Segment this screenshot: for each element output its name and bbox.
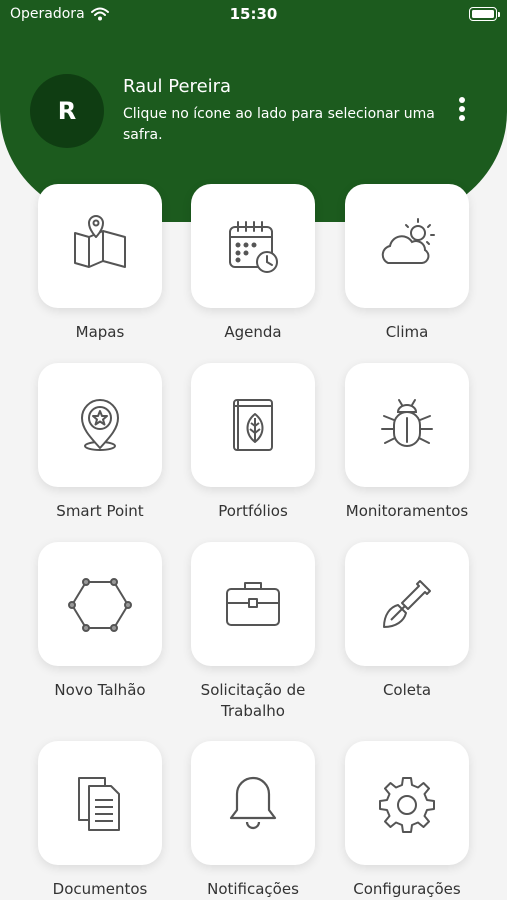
menu-card[interactable]	[191, 542, 315, 666]
menu-tile-configuracoes[interactable]: Configurações	[327, 741, 487, 900]
avatar[interactable]: R	[30, 74, 104, 148]
menu-label: Documentos	[52, 880, 148, 898]
polygon-icon	[68, 578, 132, 632]
menu-label: Novo Talhão	[54, 681, 146, 699]
menu-tile-monitoramentos[interactable]: Monitoramentos	[327, 363, 487, 522]
menu-tile-mapas[interactable]: Mapas	[20, 184, 180, 343]
bug-icon	[381, 399, 433, 447]
menu-card[interactable]	[191, 741, 315, 865]
menu-label: Solicitação de Trabalho	[200, 681, 306, 720]
menu-tile-smart-point[interactable]: Smart Point	[20, 363, 180, 522]
menu-card[interactable]	[38, 363, 162, 487]
bell-icon	[229, 776, 277, 830]
documents-icon	[78, 777, 120, 831]
menu-label: Mapas	[75, 323, 125, 341]
more-options-button[interactable]	[452, 94, 472, 124]
menu-tile-documentos[interactable]: Documentos	[20, 741, 180, 900]
menu-card[interactable]	[345, 184, 469, 308]
menu-tile-novo-talhao[interactable]: Novo Talhão	[20, 542, 180, 701]
briefcase-icon	[226, 582, 280, 626]
status-bar: Operadora 15:30	[0, 0, 507, 28]
dot-icon	[459, 97, 465, 103]
menu-card[interactable]	[345, 363, 469, 487]
gear-icon	[379, 777, 435, 833]
menu-tile-notificacoes[interactable]: Notificações	[173, 741, 333, 900]
menu-card[interactable]	[191, 363, 315, 487]
menu-tile-clima[interactable]: Clima	[327, 184, 487, 343]
dot-icon	[459, 106, 465, 112]
menu-card[interactable]	[191, 184, 315, 308]
menu-tile-agenda[interactable]: Agenda	[173, 184, 333, 343]
menu-tile-coleta[interactable]: Coleta	[327, 542, 487, 701]
menu-tile-solicitacao[interactable]: Solicitação de Trabalho	[173, 542, 333, 722]
menu-label: Notificações	[207, 880, 299, 898]
menu-label: Monitoramentos	[345, 502, 469, 520]
crop-selection-hint: Clique no ícone ao lado para selecionar …	[123, 106, 435, 143]
menu-card[interactable]	[38, 542, 162, 666]
calendar-icon	[229, 221, 278, 273]
menu-card[interactable]	[38, 184, 162, 308]
menu-card[interactable]	[38, 741, 162, 865]
menu-label: Configurações	[353, 880, 461, 898]
menu-label: Coleta	[382, 681, 432, 699]
menu-label: Portfólios	[218, 502, 288, 520]
user-name: Raul Pereira	[123, 76, 232, 97]
dot-icon	[459, 115, 465, 121]
leaf-book-icon	[233, 399, 273, 451]
status-time: 15:30	[229, 5, 278, 23]
menu-label: Smart Point	[56, 502, 144, 520]
battery-icon	[469, 7, 500, 21]
menu-label: Agenda	[224, 323, 282, 341]
menu-card[interactable]	[345, 741, 469, 865]
shovel-icon	[383, 580, 431, 628]
user-header: R Raul Pereira Clique no ícone ao lado p…	[0, 72, 507, 152]
weather-icon	[381, 218, 435, 264]
menu-tile-portfolios[interactable]: Portfólios	[173, 363, 333, 522]
map-icon	[74, 215, 126, 268]
menu-card[interactable]	[345, 542, 469, 666]
menu-label: Clima	[385, 323, 429, 341]
star-pin-icon	[81, 399, 119, 451]
